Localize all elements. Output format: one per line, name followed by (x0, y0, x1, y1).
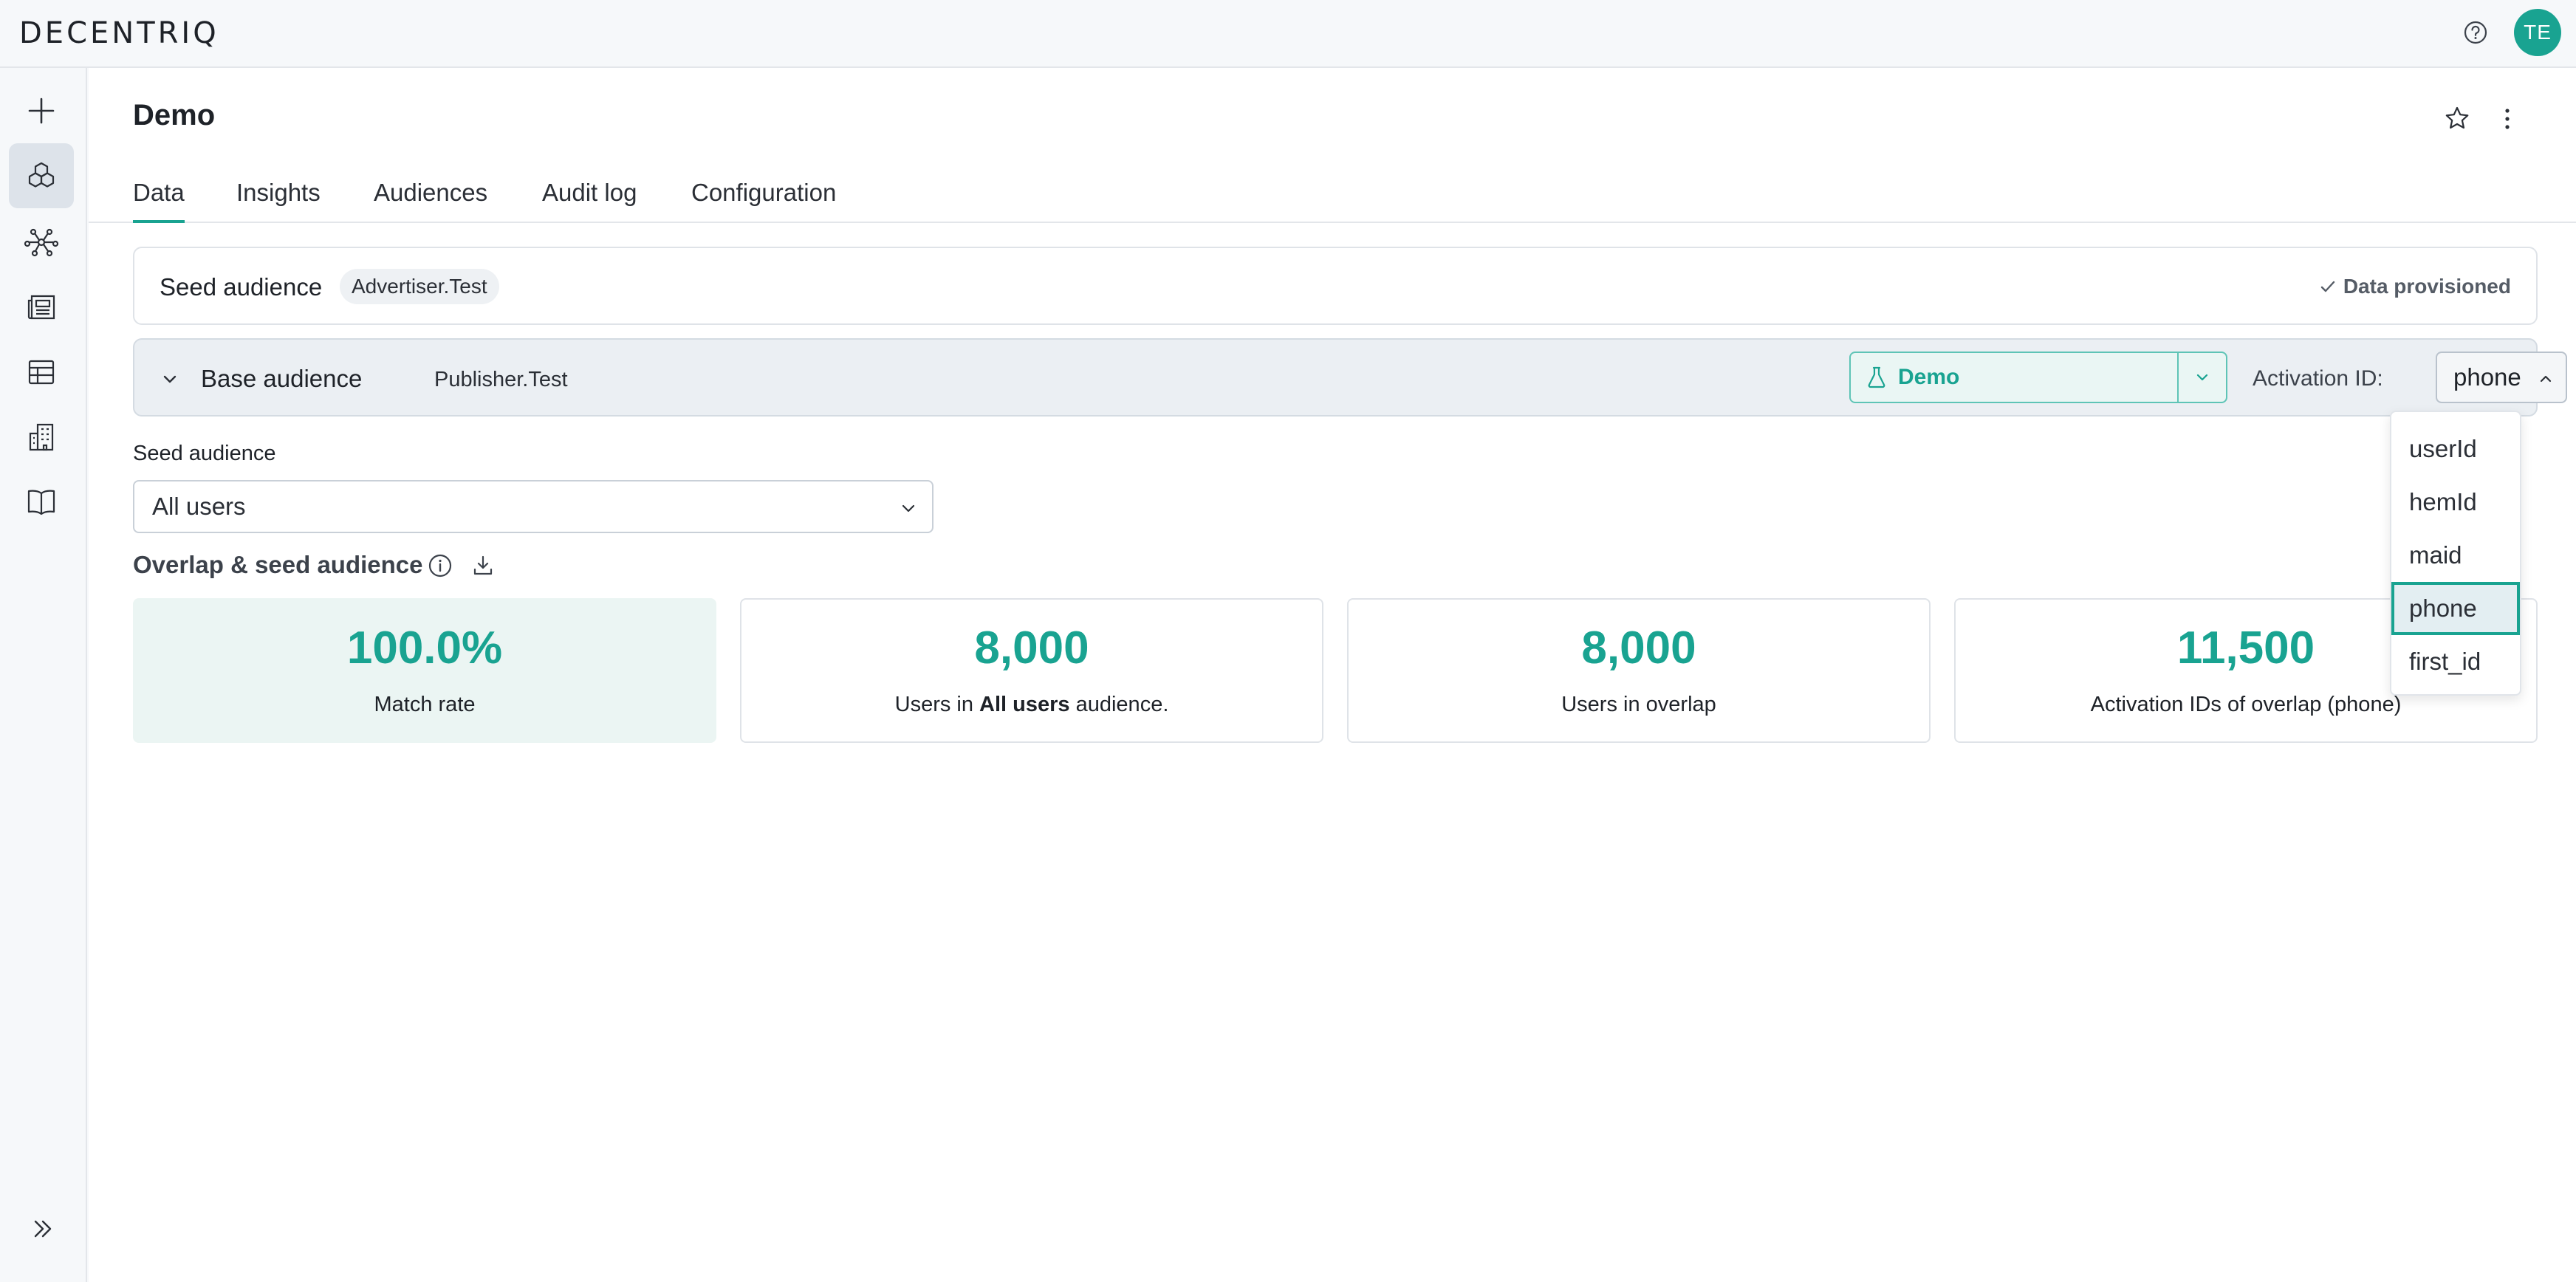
seed-audience-chip: Advertiser.Test (340, 269, 499, 304)
stat-label: Users in All users audience. (741, 693, 1322, 717)
info-icon[interactable] (425, 551, 455, 580)
newspaper-icon (27, 295, 55, 320)
menu-item-hemid[interactable]: hemId (2391, 476, 2520, 529)
flask-icon (1868, 366, 1885, 388)
sidebar-item-organizations[interactable] (9, 405, 74, 470)
stat-card-users-in-overlap: 8,000 Users in overlap (1347, 598, 1931, 743)
top-bar: DECENTRIQ TE (0, 0, 2576, 68)
overlap-title: Overlap & seed audience (133, 551, 423, 578)
tab-configuration[interactable]: Configuration (691, 179, 836, 222)
network-icon (24, 228, 59, 257)
activation-id-select[interactable]: phone (2436, 352, 2567, 403)
stat-label: Match rate (374, 693, 476, 716)
sidebar-item-data-clean-rooms[interactable] (9, 143, 74, 208)
seed-audience-select[interactable]: All users (133, 480, 934, 533)
sidebar-item-docs[interactable] (9, 470, 74, 535)
tab-insights[interactable]: Insights (236, 179, 321, 222)
plus-icon (28, 97, 55, 124)
stat-label: Activation IDs of overlap (phone) (2090, 693, 2402, 716)
seed-audience-card: Seed audience Advertiser.Test Data provi… (133, 247, 2538, 325)
app-logo[interactable]: DECENTRIQ (19, 16, 219, 50)
seed-audience-select-value: All users (152, 493, 246, 520)
stat-label-post: audience. (1069, 693, 1169, 716)
star-icon[interactable] (2439, 100, 2476, 137)
main-content: Demo Data Insights Audiences Audit log C… (89, 68, 2576, 1282)
tab-audiences[interactable]: Audiences (374, 179, 487, 222)
activation-id-menu: userId hemId maid phone first_id (2390, 411, 2521, 696)
menu-item-phone[interactable]: phone (2391, 582, 2520, 635)
more-options-icon[interactable] (2489, 100, 2526, 137)
download-icon[interactable] (468, 551, 498, 580)
environment-label: Demo (1898, 365, 1960, 389)
environment-split-button: Demo (1849, 352, 2227, 403)
double-chevron-right-icon (34, 1220, 52, 1238)
check-icon (2320, 281, 2335, 292)
environment-button[interactable]: Demo (1851, 353, 2177, 402)
stat-card-users-in-audience: 8,000 Users in All users audience. (740, 598, 1323, 743)
stat-card-match-rate: 100.0% Match rate (133, 598, 716, 743)
base-audience-title: Base audience (201, 365, 363, 392)
sidebar-item-new[interactable] (9, 78, 74, 143)
sidebar-expand-button[interactable] (25, 1211, 61, 1247)
menu-item-maid[interactable]: maid (2391, 529, 2520, 582)
menu-item-first-id[interactable]: first_id (2391, 635, 2520, 688)
chevron-down-icon[interactable] (157, 366, 183, 393)
tab-data[interactable]: Data (133, 179, 185, 223)
menu-item-userid[interactable]: userId (2391, 422, 2520, 476)
tab-audit-log[interactable]: Audit log (542, 179, 637, 222)
chevron-up-icon (2536, 369, 2555, 388)
status-label: Data provisioned (2343, 275, 2511, 298)
help-icon[interactable] (2459, 16, 2492, 49)
buildings-icon (29, 423, 54, 451)
stat-value: 100.0% (346, 623, 503, 673)
status-badge: Data provisioned (2318, 275, 2511, 298)
seed-audience-select-label: Seed audience (133, 442, 276, 465)
tab-bar: Data Insights Audiences Audit log Config… (89, 179, 2576, 223)
chevron-down-icon (898, 498, 919, 518)
book-icon (27, 490, 55, 515)
seed-audience-title: Seed audience (160, 273, 323, 301)
activation-id-value: phone (2453, 363, 2521, 391)
stat-value: 8,000 (1581, 623, 1696, 673)
stat-label: Users in overlap (1561, 693, 1716, 716)
stat-label-bold: All users (979, 693, 1070, 716)
environment-dropdown-button[interactable] (2179, 353, 2226, 402)
user-avatar[interactable]: TE (2514, 9, 2561, 56)
page-title: Demo (133, 99, 216, 131)
cubes-icon (28, 162, 55, 188)
sidebar-item-network[interactable] (9, 210, 74, 275)
stat-label-pre: Users in (894, 693, 980, 716)
sidebar-item-publications[interactable] (9, 275, 74, 340)
activation-id-label: Activation ID: (2253, 366, 2383, 391)
base-audience-card: Base audience Publisher.Test Demo Activa… (133, 338, 2567, 417)
chevron-down-icon (2196, 374, 2208, 381)
sidebar-item-datasets[interactable] (9, 340, 74, 405)
table-icon (28, 360, 55, 385)
stat-value: 8,000 (974, 623, 1089, 673)
base-audience-subtitle: Publisher.Test (434, 368, 568, 391)
